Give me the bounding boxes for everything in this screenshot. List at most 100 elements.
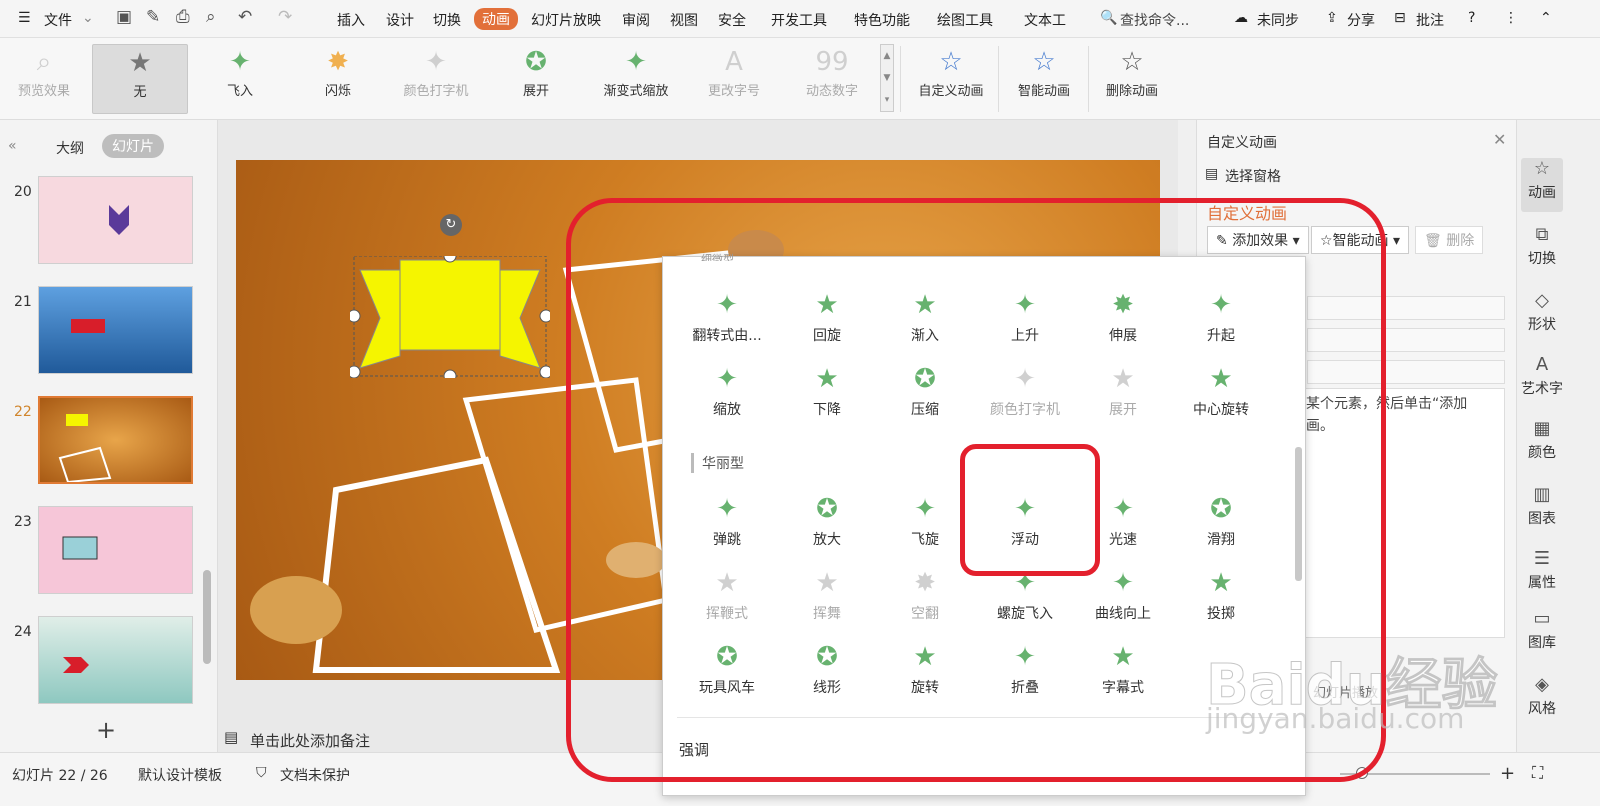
print-icon[interactable]: ⎙	[176, 7, 190, 27]
start-select[interactable]	[1307, 296, 1505, 320]
effect-spiral-in[interactable]: ✦ 螺旋飞入	[975, 563, 1075, 623]
speed-select[interactable]	[1307, 360, 1505, 384]
effect-curve-up[interactable]: ✦ 曲线向上	[1073, 563, 1173, 623]
slides-scrollbar[interactable]	[203, 570, 211, 664]
tab-features[interactable]: 特色功能	[854, 10, 910, 30]
effect-pinwheel[interactable]: ✪ 玩具风车	[677, 637, 777, 697]
menu-file[interactable]: 文件	[44, 10, 72, 30]
effect-fold[interactable]: ✦ 折叠	[975, 637, 1075, 697]
effect-color-typewriter-item[interactable]: ✦ 颜色打字机	[975, 359, 1075, 419]
tab-text-tools[interactable]: 文本工	[1024, 10, 1066, 30]
sidebar-wordart[interactable]: A 艺术字	[1517, 354, 1567, 398]
slide-thumbnail-22[interactable]	[38, 396, 193, 484]
comment-icon[interactable]: ⊟	[1394, 10, 1406, 26]
save-icon[interactable]: ▣	[116, 7, 132, 27]
sidebar-color[interactable]: ▦ 颜色	[1517, 418, 1567, 462]
tab-developer[interactable]: 开发工具	[771, 10, 827, 30]
effect-change-font-size[interactable]: A 更改字号	[686, 44, 782, 114]
effect-descend[interactable]: ★ 下降	[777, 359, 877, 419]
effect-glide[interactable]: ✪ 滑翔	[1171, 489, 1271, 549]
zoom-slider-thumb[interactable]	[1356, 767, 1368, 779]
slide-thumbnail-20[interactable]	[38, 176, 193, 264]
effect-dynamic-number[interactable]: 99 动态数字	[784, 44, 880, 114]
pane-title[interactable]: 自定义动画	[1207, 132, 1277, 152]
sidebar-chart[interactable]: ▥ 图表	[1517, 484, 1567, 528]
effect-swivel[interactable]: ★ 回旋	[777, 285, 877, 345]
property-select[interactable]	[1307, 328, 1505, 352]
slide-thumbnail-21[interactable]	[38, 286, 193, 374]
tab-transition[interactable]: 切换	[433, 10, 461, 30]
help-icon[interactable]: ?	[1468, 10, 1475, 26]
share-icon[interactable]: ⇪	[1326, 10, 1338, 26]
effect-magnify[interactable]: ✪ 放大	[777, 489, 877, 549]
selection-pane-link[interactable]: 选择窗格	[1225, 166, 1281, 186]
comment-button[interactable]: 批注	[1416, 10, 1444, 30]
effect-light-speed[interactable]: ✦ 光速	[1073, 489, 1173, 549]
sync-status[interactable]: 未同步	[1257, 10, 1299, 30]
print-preview-icon[interactable]: ⌕	[206, 7, 216, 27]
notes-icon[interactable]: ▤	[224, 728, 238, 746]
effect-compress[interactable]: ✪ 压缩	[875, 359, 975, 419]
effect-center-revolve[interactable]: ★ 中心旋转	[1171, 359, 1271, 419]
ribbon-banner-shape[interactable]	[350, 256, 550, 378]
effect-throw[interactable]: ★ 投掷	[1171, 563, 1271, 623]
zoom-in-icon[interactable]: +	[1500, 763, 1515, 784]
custom-animation-button[interactable]: ☆ 自定义动画	[906, 44, 996, 114]
sidebar-style[interactable]: ◈ 风格	[1517, 674, 1567, 718]
animation-list[interactable]: 某个元素，然后单击“添加 画。	[1301, 388, 1505, 638]
more-icon[interactable]: ⋮	[1504, 10, 1518, 26]
effect-expand[interactable]: ✪ 展开	[488, 44, 584, 114]
tab-design[interactable]: 设计	[386, 10, 414, 30]
effect-gradual-zoom[interactable]: ✦ 渐变式缩放	[586, 44, 686, 114]
dropdown-scrollbar[interactable]	[1295, 447, 1302, 581]
effect-zoom[interactable]: ✦ 缩放	[677, 359, 777, 419]
effect-flip-air[interactable]: ✸ 空翻	[875, 563, 975, 623]
sidebar-animation[interactable]: ☆ 动画	[1521, 158, 1563, 212]
collapse-panel-icon[interactable]: «	[8, 138, 17, 154]
tab-drawing-tools[interactable]: 绘图工具	[937, 10, 993, 30]
search-icon[interactable]: 🔍	[1100, 10, 1117, 26]
effect-spiral-swirl[interactable]: ✦ 飞旋	[875, 489, 975, 549]
effect-whip[interactable]: ★ 挥鞭式	[677, 563, 777, 623]
effect-flash[interactable]: ✸ 闪烁	[290, 44, 386, 114]
effect-fade-in[interactable]: ★ 渐入	[875, 285, 975, 345]
tab-view[interactable]: 视图	[670, 10, 698, 30]
tab-slides[interactable]: 幻灯片	[102, 134, 164, 158]
slide-thumbnail-24[interactable]	[38, 616, 193, 704]
share-button[interactable]: 分享	[1347, 10, 1375, 30]
document-protection[interactable]: 文档未保护	[280, 765, 350, 785]
search-input[interactable]: 查找命令...	[1120, 10, 1189, 30]
smart-animation-button[interactable]: ☆ 智能动画	[1002, 44, 1086, 114]
sidebar-gallery[interactable]: ▭ 图库	[1517, 608, 1567, 652]
effect-wave[interactable]: ★ 挥舞	[777, 563, 877, 623]
collapse-ribbon-icon[interactable]: ⌃	[1540, 10, 1552, 26]
fit-window-icon[interactable]: ⛶	[1532, 763, 1543, 783]
tab-insert[interactable]: 插入	[337, 10, 365, 30]
chevron-down-icon[interactable]: ⌄	[82, 10, 94, 26]
effect-fly-in[interactable]: ✦ 飞入	[192, 44, 288, 114]
selection-pane-icon[interactable]: ▤	[1205, 166, 1218, 182]
effect-float[interactable]: ✦ 浮动	[975, 489, 1075, 549]
sidebar-properties[interactable]: ☰ 属性	[1517, 548, 1567, 592]
tab-outline[interactable]: 大纲	[56, 138, 84, 158]
tab-slideshow[interactable]: 幻灯片放映	[531, 10, 601, 30]
effect-rise-up[interactable]: ✦ 升起	[1171, 285, 1271, 345]
preview-effect-button[interactable]: ⌕ 预览效果	[0, 44, 88, 114]
effect-flip[interactable]: ✦ 翻转式由...	[677, 285, 777, 345]
tab-animation[interactable]: 动画	[474, 8, 518, 30]
effect-unfold[interactable]: ★ 展开	[1073, 359, 1173, 419]
effect-linear[interactable]: ✪ 线形	[777, 637, 877, 697]
effect-ascend[interactable]: ✦ 上升	[975, 285, 1075, 345]
add-slide-button[interactable]: +	[96, 716, 116, 744]
tab-security[interactable]: 安全	[718, 10, 746, 30]
effect-spin[interactable]: ★ 旋转	[875, 637, 975, 697]
add-effect-button[interactable]: ✎ 添加效果 ▾	[1207, 226, 1309, 254]
slide-thumbnail-23[interactable]	[38, 506, 193, 594]
sidebar-shape[interactable]: ◇ 形状	[1517, 290, 1567, 334]
effect-stretch[interactable]: ✸ 伸展	[1073, 285, 1173, 345]
design-template[interactable]: 默认设计模板	[138, 765, 222, 785]
redo-icon[interactable]: ↷	[278, 7, 292, 27]
effect-none[interactable]: ★ 无	[92, 44, 188, 114]
format-painter-icon[interactable]: ✎	[146, 7, 160, 27]
smart-animation-pane-button[interactable]: ☆智能动画 ▾	[1311, 226, 1410, 254]
